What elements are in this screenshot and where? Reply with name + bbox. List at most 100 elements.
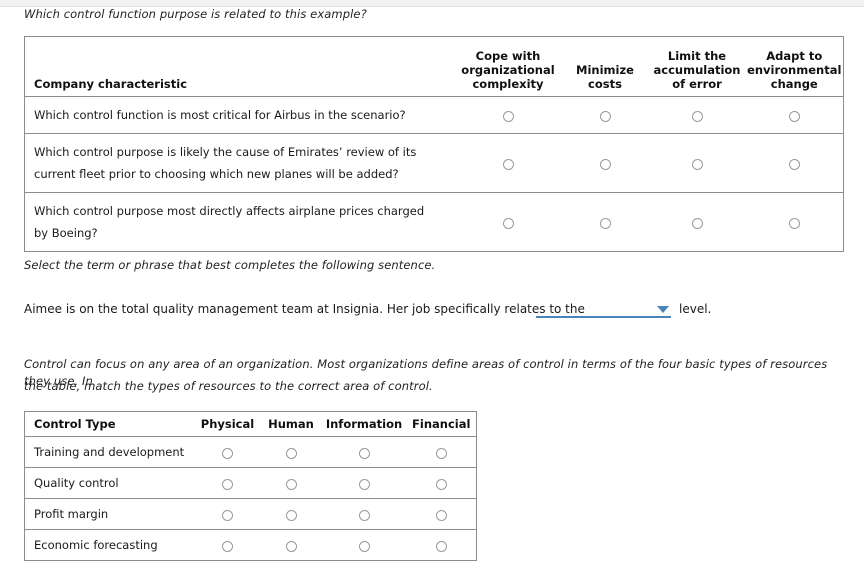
radio-button[interactable]	[691, 217, 703, 229]
radio-button[interactable]	[502, 110, 514, 122]
radio-button[interactable]	[599, 110, 611, 122]
radio-button[interactable]	[222, 509, 233, 521]
column-header-limit-the-accumulation-of-error: Limit the accumulation of error	[648, 36, 746, 97]
row-label-boeing-prices: Which control purpose most directly affe…	[25, 193, 455, 252]
row-label-line: current fleet prior to choosing which ne…	[34, 167, 399, 181]
column-header-financial: Financial	[406, 411, 477, 437]
column-header-line: organizational	[461, 63, 555, 77]
column-header-cope-with-organizational-complexity: Cope with organizational complexity	[454, 36, 562, 97]
radio-cell-r2-cope[interactable]	[454, 133, 562, 193]
column-header-human: Human	[260, 411, 322, 437]
question2-sentence-before: Aimee is on the total quality management…	[24, 302, 585, 316]
radio-button[interactable]	[285, 447, 297, 459]
question2-prompt: Select the term or phrase that best comp…	[24, 258, 436, 272]
radio-button[interactable]	[222, 540, 233, 552]
table-row: Training and development	[24, 436, 477, 468]
column-header-line: Minimize	[576, 63, 634, 77]
radio-cell-r1-adapt[interactable]	[745, 96, 844, 134]
table-row: Which control function is most critical …	[24, 96, 844, 134]
radio-cell-profit-physical[interactable]	[194, 498, 261, 530]
row-label-training-and-development: Training and development	[24, 436, 195, 468]
radio-cell-r2-adapt[interactable]	[745, 133, 844, 193]
radio-cell-profit-financial[interactable]	[406, 498, 477, 530]
radio-button[interactable]	[691, 110, 703, 122]
chevron-down-icon	[657, 306, 669, 313]
radio-cell-profit-human[interactable]	[260, 498, 322, 530]
radio-button[interactable]	[285, 540, 297, 552]
radio-cell-quality-human[interactable]	[260, 467, 322, 499]
table-header-row: Control Type Physical Human Information …	[24, 411, 477, 437]
radio-button[interactable]	[599, 158, 611, 170]
radio-cell-r3-minimize[interactable]	[562, 193, 649, 252]
radio-cell-r1-limit[interactable]	[648, 96, 746, 134]
radio-cell-economic-human[interactable]	[261, 530, 322, 561]
radio-button[interactable]	[285, 478, 297, 490]
radio-cell-r2-minimize[interactable]	[561, 133, 649, 193]
radio-cell-r3-adapt[interactable]	[746, 193, 844, 252]
radio-cell-r1-minimize[interactable]	[561, 96, 649, 134]
radio-cell-quality-physical[interactable]	[194, 467, 261, 499]
radio-button[interactable]	[691, 158, 703, 170]
radio-cell-quality-information[interactable]	[321, 467, 407, 499]
radio-cell-economic-physical[interactable]	[195, 530, 261, 561]
question1-prompt: Which control function purpose is relate…	[24, 7, 367, 21]
radio-button[interactable]	[222, 447, 233, 459]
column-header-physical: Physical	[194, 411, 261, 437]
column-header-adapt-to-environmental-change: Adapt to environmental change	[745, 36, 844, 97]
table-row: Which control purpose most directly affe…	[25, 193, 844, 252]
column-header-line: environmental	[747, 63, 842, 77]
radio-button[interactable]	[358, 540, 370, 552]
radio-button[interactable]	[435, 509, 447, 521]
radio-button[interactable]	[358, 447, 370, 459]
radio-cell-training-financial[interactable]	[406, 436, 477, 468]
row-label-airbus-critical: Which control function is most critical …	[24, 96, 455, 134]
radio-button[interactable]	[502, 217, 514, 229]
radio-button[interactable]	[285, 509, 297, 521]
row-label-quality-control: Quality control	[24, 467, 195, 499]
radio-button[interactable]	[222, 478, 233, 490]
radio-cell-profit-information[interactable]	[321, 498, 407, 530]
column-header-line: change	[770, 77, 818, 91]
radio-button[interactable]	[435, 540, 447, 552]
column-header-line: Company characteristic	[34, 77, 188, 91]
radio-cell-r3-cope[interactable]	[455, 193, 562, 252]
control-type-resources-table: Control Type Physical Human Information …	[24, 411, 477, 561]
level-dropdown[interactable]	[536, 300, 671, 318]
radio-cell-training-physical[interactable]	[194, 436, 261, 468]
question2-sentence-after: level.	[679, 302, 712, 316]
table-header-row: Company characteristic Cope with organiz…	[24, 36, 844, 97]
radio-cell-r2-limit[interactable]	[648, 133, 746, 193]
radio-cell-training-human[interactable]	[260, 436, 322, 468]
radio-button[interactable]	[502, 158, 514, 170]
radio-button[interactable]	[788, 158, 800, 170]
row-label-line: Which control purpose most directly affe…	[34, 204, 425, 218]
row-label-line: Which control function is most critical …	[34, 108, 406, 122]
radio-button[interactable]	[435, 478, 447, 490]
column-header-line: Limit the	[667, 49, 727, 63]
radio-button[interactable]	[358, 509, 370, 521]
column-header-line: of error	[672, 77, 722, 91]
column-header-control-type: Control Type	[24, 411, 195, 437]
row-label-emirates-review: Which control purpose is likely the caus…	[24, 133, 455, 193]
row-label-line: by Boeing?	[34, 226, 98, 240]
table-row: Quality control	[24, 467, 477, 499]
control-function-purpose-table: Company characteristic Cope with organiz…	[24, 36, 844, 252]
radio-button[interactable]	[358, 478, 370, 490]
radio-button[interactable]	[788, 110, 800, 122]
radio-cell-economic-information[interactable]	[322, 530, 407, 561]
column-header-company-characteristic: Company characteristic	[24, 36, 455, 97]
column-header-line: Adapt to	[766, 49, 823, 63]
radio-cell-r3-limit[interactable]	[649, 193, 746, 252]
radio-cell-r1-cope[interactable]	[454, 96, 562, 134]
column-header-minimize-costs: Minimize costs	[561, 36, 649, 97]
radio-cell-training-information[interactable]	[321, 436, 407, 468]
question3-prompt-line-2: the table, match the types of resources …	[24, 379, 433, 393]
radio-button[interactable]	[435, 447, 447, 459]
table-row: Which control purpose is likely the caus…	[24, 133, 844, 193]
radio-cell-economic-financial[interactable]	[407, 530, 477, 561]
radio-button[interactable]	[788, 217, 800, 229]
radio-button[interactable]	[599, 217, 611, 229]
radio-cell-quality-financial[interactable]	[406, 467, 477, 499]
column-header-line: accumulation	[653, 63, 741, 77]
row-label-line: Which control purpose is likely the caus…	[34, 145, 417, 159]
